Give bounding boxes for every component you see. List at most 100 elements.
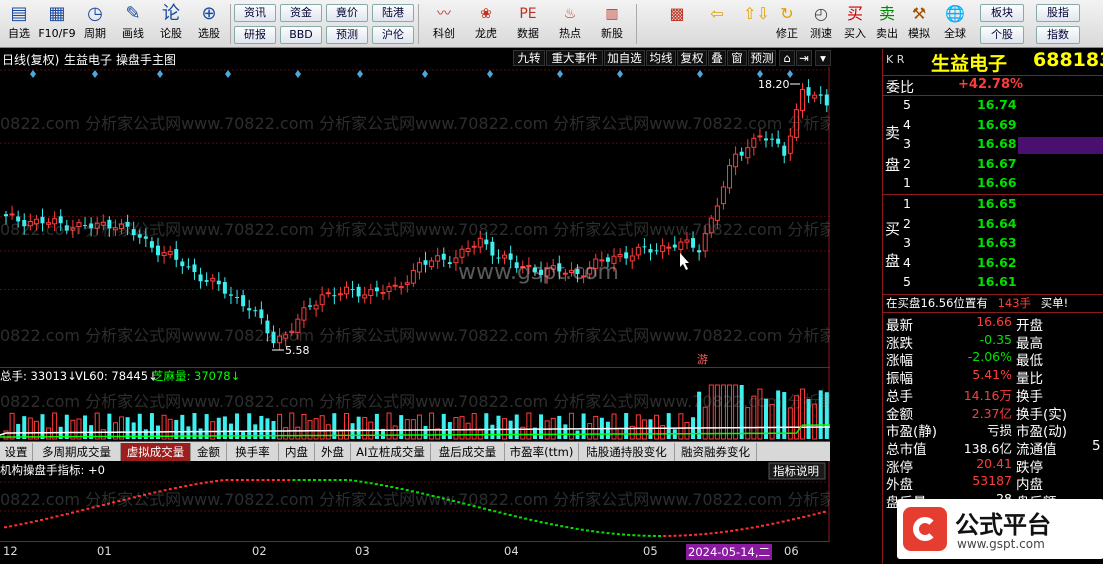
toolbar-btn-5[interactable]: ⊕ 选股 bbox=[190, 2, 228, 46]
indicator-dot bbox=[240, 479, 244, 481]
volume-bar bbox=[684, 421, 690, 440]
dropdown-icon[interactable]: ▾ bbox=[815, 50, 831, 66]
toolbar-btn-0[interactable]: ▤ 自选 bbox=[0, 2, 38, 46]
quick-btn-个股[interactable]: 个股 bbox=[980, 26, 1024, 44]
quick-btn-股指[interactable]: 股指 bbox=[1036, 4, 1080, 22]
toolbar-btn3-5[interactable]: 买买入 bbox=[838, 2, 872, 46]
toolbar-btn3-1[interactable]: ⇦ bbox=[700, 2, 734, 46]
tab-10[interactable]: 陆股通持股变化 bbox=[579, 443, 675, 461]
tab-6[interactable]: 外盘 bbox=[315, 443, 351, 461]
volume-chart[interactable]: 总手: 33013↓VL60: 78445↓芝麻量: 37078↓4477422… bbox=[0, 367, 830, 440]
candle-body-down bbox=[180, 261, 185, 267]
quick-btn-沪伦[interactable]: 沪伦 bbox=[372, 26, 414, 44]
toolbar-btn3-0[interactable]: ▩ bbox=[660, 2, 694, 46]
toolbar-btn3-8[interactable]: 🌐 全球 bbox=[938, 2, 972, 46]
toolbar-label: 科创 bbox=[433, 27, 455, 40]
toolbar-btn-4[interactable]: 论论股 bbox=[152, 2, 190, 46]
buy-label: 买盘 bbox=[885, 220, 901, 270]
period-label[interactable]: 日线(复权) bbox=[2, 51, 59, 68]
toolbar-btn3-2[interactable]: ⇧⇩ bbox=[738, 2, 772, 46]
quick-btn-BBD[interactable]: BBD bbox=[280, 26, 322, 44]
indicator-dot bbox=[709, 532, 713, 535]
tab-4[interactable]: 换手率 bbox=[227, 443, 279, 461]
indicator-dot bbox=[390, 485, 394, 488]
tab-0[interactable]: 设置 bbox=[0, 443, 33, 461]
toolbar-btn3-3[interactable]: ↻ 修正 bbox=[770, 2, 804, 46]
high-annotation: 18.20 bbox=[758, 78, 790, 91]
chart-btn-5[interactable]: 叠 bbox=[708, 50, 726, 66]
toolbar-btn-2[interactable]: ◷ 周期 bbox=[76, 2, 114, 46]
tab-11[interactable]: 融资融券变化 bbox=[675, 443, 757, 461]
sell-row-4[interactable]: 4 16.69 bbox=[903, 117, 1103, 135]
tab-5[interactable]: 内盘 bbox=[279, 443, 315, 461]
brand-logo[interactable]: 公式平台 www.gspt.com bbox=[897, 499, 1103, 559]
indicator-dot bbox=[271, 479, 275, 481]
indicator-dot bbox=[323, 479, 327, 481]
buy-row-2[interactable]: 2 16.64 bbox=[903, 216, 1103, 234]
brand-url: www.gspt.com bbox=[957, 537, 1045, 551]
tab-9[interactable]: 市盈率(ttm) bbox=[505, 443, 579, 461]
arrow-icon[interactable]: ⇥ bbox=[796, 50, 812, 66]
toolbar-btn2-0[interactable]: 〰科创 bbox=[424, 2, 464, 46]
chart-btn-7[interactable]: 预测 bbox=[748, 50, 776, 66]
quote-row: 金额 2.37亿 换手(实) bbox=[886, 403, 1103, 423]
quick-btn-预测[interactable]: 预测 bbox=[326, 26, 368, 44]
indicator-dot bbox=[766, 523, 770, 526]
chart-btn-1[interactable]: 重大事件 bbox=[546, 50, 603, 66]
indicator-chart[interactable]: 机构操盘手指标: +0指标说明+86.84+44.150822.com 分析家公… bbox=[0, 461, 830, 541]
chart-btn-6[interactable]: 窗 bbox=[727, 50, 747, 66]
indicator-dot bbox=[297, 479, 301, 481]
candle-body-down bbox=[508, 253, 513, 260]
tab-7[interactable]: AI立桩成交量 bbox=[351, 443, 431, 461]
volume-vl60: VL60: 78445↓ bbox=[75, 369, 158, 383]
tab-8[interactable]: 盘后成交量 bbox=[431, 443, 505, 461]
chart-btn-2[interactable]: 加自选 bbox=[604, 50, 645, 66]
chart-name-label[interactable]: 操盘手主图 bbox=[116, 51, 176, 68]
volume-bar bbox=[283, 427, 289, 440]
toolbar-btn2-4[interactable]: ▥ 新股 bbox=[592, 2, 632, 46]
toolbar-btn2-2[interactable]: PE 数据 bbox=[508, 2, 548, 46]
candle-body-up bbox=[733, 153, 739, 168]
indicator-dot bbox=[76, 510, 80, 513]
tab-1[interactable]: 多周期成交量 bbox=[33, 443, 121, 461]
chart-btn-0[interactable]: 九转 bbox=[513, 50, 545, 66]
cut-icon[interactable]: ⌂ bbox=[779, 50, 795, 66]
toolbar-btn2-1[interactable]: ❀ 龙虎 bbox=[466, 2, 506, 46]
indicator-dot bbox=[750, 526, 754, 529]
quick-btn-陆港[interactable]: 陆港 bbox=[372, 4, 414, 22]
toolbar-btn3-4[interactable]: ◴ 测速 bbox=[804, 2, 838, 46]
indicator-dot bbox=[235, 479, 239, 481]
volume-zhima: 芝麻量: 37078↓ bbox=[152, 369, 240, 383]
sell-row-5[interactable]: 5 16.74 bbox=[903, 97, 1103, 115]
chart-btn-4[interactable]: 复权 bbox=[677, 50, 707, 66]
buy-row-5[interactable]: 5 16.61 bbox=[903, 274, 1103, 292]
chart-btn-3[interactable]: 均线 bbox=[646, 50, 676, 66]
quick-btn-竟价[interactable]: 竟价 bbox=[326, 4, 368, 22]
quick-btn-研报[interactable]: 研报 bbox=[234, 26, 276, 44]
indicator-dot bbox=[184, 485, 188, 488]
toolbar-btn3-6[interactable]: 卖卖出 bbox=[870, 2, 904, 46]
sell-row-1[interactable]: 1 16.66 bbox=[903, 175, 1103, 193]
toolbar-btn-1[interactable]: ▦ F10/F9 bbox=[38, 2, 76, 46]
sell-row-2[interactable]: 2 16.67 bbox=[903, 156, 1103, 174]
candle-body-down bbox=[216, 280, 221, 285]
indicator-dot bbox=[374, 483, 378, 486]
buy-row-1[interactable]: 1 16.65 bbox=[903, 196, 1103, 214]
toolbar-btn-3[interactable]: ✎ 画线 bbox=[114, 2, 152, 46]
kline-chart[interactable]: 18.205.58游18.9015.4111.9110.268.420822.c… bbox=[0, 67, 830, 367]
candle-body-up bbox=[471, 245, 477, 248]
quick-btn-板块[interactable]: 板块 bbox=[980, 4, 1024, 22]
date-label: 2024-05-14,二 bbox=[686, 544, 772, 560]
candle-body-up bbox=[678, 241, 684, 250]
quick-btn-资金[interactable]: 资金 bbox=[280, 4, 322, 22]
toolbar-btn3-7[interactable]: ⚒ 模拟 bbox=[902, 2, 936, 46]
quote-row: 总手 14.16万 换手 bbox=[886, 385, 1103, 405]
buy-row-3[interactable]: 3 16.63 bbox=[903, 235, 1103, 253]
volume-bar bbox=[593, 415, 599, 440]
quick-btn-指数[interactable]: 指数 bbox=[1036, 26, 1080, 44]
tab-2[interactable]: 虚拟成交量 bbox=[121, 443, 191, 461]
toolbar-btn2-3[interactable]: ♨ 热点 bbox=[550, 2, 590, 46]
tab-3[interactable]: 金额 bbox=[191, 443, 227, 461]
buy-row-4[interactable]: 4 16.62 bbox=[903, 255, 1103, 273]
quick-btn-资讯[interactable]: 资讯 bbox=[234, 4, 276, 22]
